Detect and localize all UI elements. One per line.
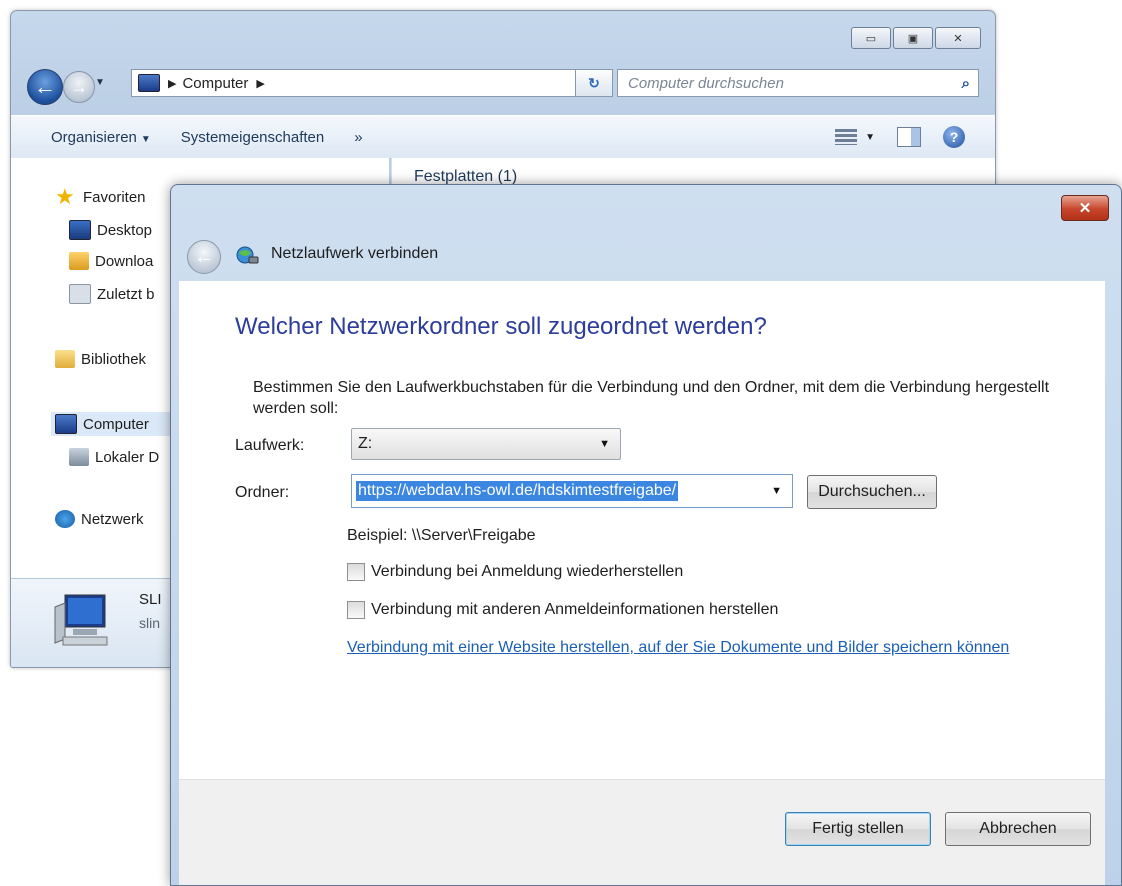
search-icon[interactable]: ⌕: [962, 75, 970, 92]
breadcrumb-separator-icon[interactable]: ▶: [168, 77, 176, 90]
chevron-down-icon: ▼: [599, 438, 610, 450]
forward-button[interactable]: →: [63, 71, 95, 103]
nav-libraries[interactable]: Bibliothek: [55, 350, 146, 368]
minimize-button[interactable]: ▭: [851, 27, 891, 49]
chevron-down-icon: ▼: [140, 133, 151, 145]
nav-network[interactable]: Netzwerk: [55, 510, 144, 528]
dialog-body: Welcher Netzwerkordner soll zugeordnet w…: [179, 281, 1105, 779]
command-bar: Organisieren ▼ Systemeigenschaften » ▼ ?: [11, 115, 995, 159]
forward-arrow-icon: →: [70, 76, 88, 97]
dialog-footer: Fertig stellen Abbrechen: [179, 779, 1105, 885]
drive-letter-select[interactable]: Z: ▼: [351, 428, 621, 460]
other-credentials-option[interactable]: Verbindung mit anderen Anmeldeinformatio…: [347, 601, 778, 619]
other-credentials-checkbox[interactable]: [347, 601, 365, 619]
dialog-instructions: Bestimmen Sie den Laufwerkbuchstaben für…: [253, 379, 1050, 417]
desktop-icon: [69, 220, 91, 240]
dialog-back-button[interactable]: ←: [187, 240, 221, 274]
search-input[interactable]: Computer durchsuchen ⌕: [617, 69, 979, 97]
back-arrow-icon: ←: [34, 74, 56, 99]
details-name: SLI: [139, 591, 162, 608]
computer-icon: [54, 594, 108, 646]
close-icon: ✕: [1078, 200, 1092, 217]
recent-pages-dropdown[interactable]: ▼: [95, 77, 105, 88]
reconnect-label: Verbindung bei Anmeldung wiederherstelle…: [371, 563, 684, 580]
other-credentials-label: Verbindung mit anderen Anmeldeinformatio…: [371, 601, 779, 618]
drive-label: Laufwerk:: [235, 437, 305, 454]
refresh-button[interactable]: ↻: [575, 69, 613, 97]
website-connection-link[interactable]: Verbindung mit einer Website herstellen,…: [347, 637, 1047, 659]
maximize-button[interactable]: ▣: [893, 27, 933, 49]
back-button[interactable]: ←: [27, 69, 63, 105]
organize-menu[interactable]: Organisieren ▼: [51, 129, 151, 146]
browse-button[interactable]: Durchsuchen...: [807, 475, 937, 509]
computer-icon: [138, 74, 160, 92]
folder-label: Ordner:: [235, 484, 290, 501]
network-icon: [55, 510, 75, 528]
change-view-icon[interactable]: [835, 129, 858, 145]
more-commands-button[interactable]: »: [354, 129, 362, 146]
recent-places-icon: [69, 284, 91, 304]
details-subtitle: slin: [139, 615, 161, 631]
dialog-close-button[interactable]: ✕: [1061, 195, 1109, 221]
preview-pane-icon[interactable]: [897, 127, 921, 147]
finish-button[interactable]: Fertig stellen: [785, 812, 931, 846]
star-icon: ★: [55, 184, 75, 209]
libraries-icon: [55, 350, 75, 368]
computer-icon: [55, 414, 77, 434]
breadcrumb-computer[interactable]: Computer: [182, 75, 248, 92]
nav-downloads[interactable]: Downloa: [69, 252, 153, 270]
folder-path-value: https://webdav.hs-owl.de/hdskimtestfreig…: [356, 481, 679, 501]
breadcrumb-separator-icon[interactable]: ▶: [256, 77, 264, 90]
dialog-title: Netzlaufwerk verbinden: [271, 245, 439, 262]
maximize-icon: ▣: [907, 32, 919, 45]
window-caption-buttons: ▭ ▣ ✕: [851, 27, 981, 49]
cancel-button[interactable]: Abbrechen: [945, 812, 1091, 846]
minimize-icon: ▭: [865, 32, 877, 45]
refresh-icon: ↻: [588, 74, 600, 91]
close-icon: ✕: [953, 32, 963, 45]
reconnect-at-signin-option[interactable]: Verbindung bei Anmeldung wiederherstelle…: [347, 563, 683, 581]
view-options-chevron-icon[interactable]: ▼: [865, 132, 875, 143]
network-drive-icon: [236, 246, 259, 264]
reconnect-checkbox[interactable]: [347, 563, 365, 581]
drive-letter-value: Z:: [358, 435, 373, 452]
example-text: Beispiel: \\Server\Freigabe: [347, 527, 536, 544]
downloads-folder-icon: [69, 252, 89, 270]
system-properties-button[interactable]: Systemeigenschaften: [181, 129, 324, 146]
folder-path-input[interactable]: https://webdav.hs-owl.de/hdskimtestfreig…: [351, 474, 793, 508]
nav-favorites[interactable]: ★ Favoriten: [55, 184, 146, 209]
help-icon[interactable]: ?: [943, 126, 965, 148]
dialog-heading: Welcher Netzwerkordner soll zugeordnet w…: [235, 313, 767, 340]
nav-recent[interactable]: Zuletzt b: [69, 284, 155, 304]
nav-local-disk[interactable]: Lokaler D: [69, 448, 159, 466]
address-bar[interactable]: ▶ Computer ▶ ▼: [131, 69, 593, 97]
chevron-down-icon[interactable]: ▼: [771, 485, 782, 497]
nav-desktop[interactable]: Desktop: [69, 220, 152, 240]
close-button[interactable]: ✕: [935, 27, 981, 49]
back-arrow-icon: ←: [194, 245, 214, 268]
search-placeholder: Computer durchsuchen: [628, 74, 784, 92]
map-network-drive-dialog: ✕ ← Netzlaufwerk verbinden Welcher Netzw…: [170, 184, 1122, 886]
local-disk-icon: [69, 448, 89, 466]
